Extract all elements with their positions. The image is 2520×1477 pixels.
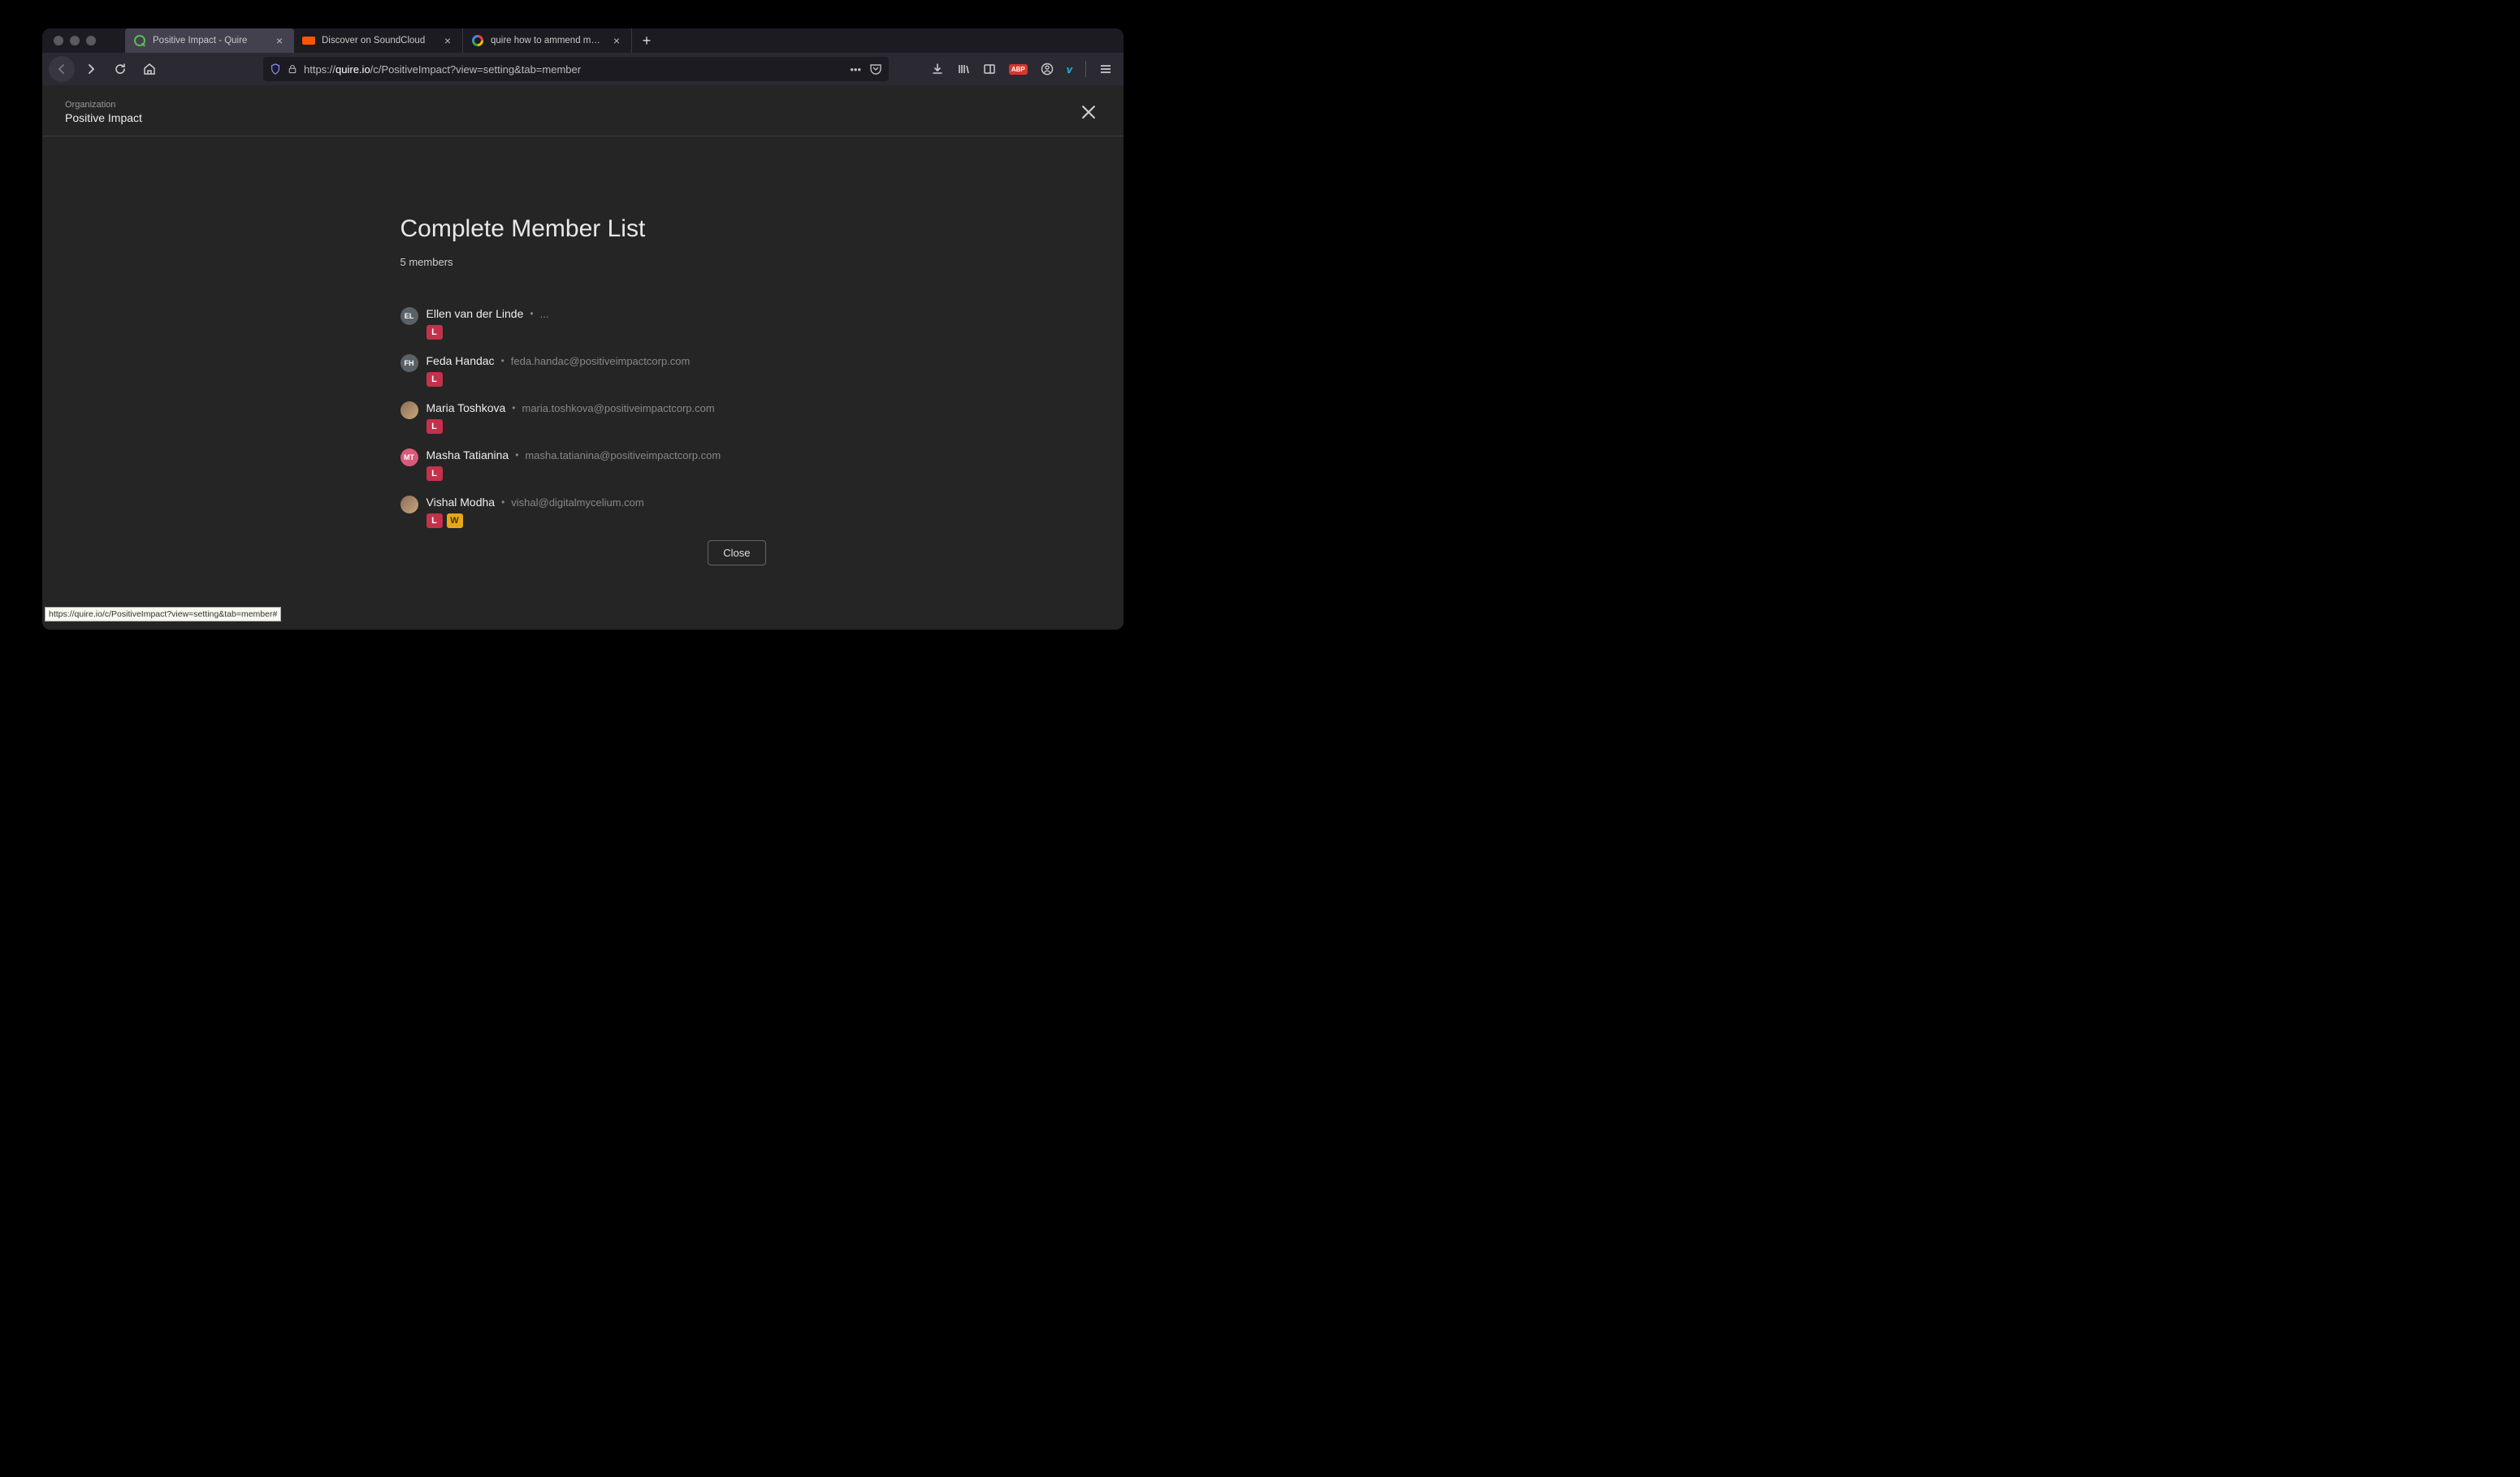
member-row[interactable]: EL Ellen van der Linde •... L bbox=[401, 307, 766, 340]
close-panel-icon[interactable] bbox=[1076, 100, 1101, 124]
sidebar-icon[interactable] bbox=[983, 63, 996, 76]
window-minimize-dot[interactable] bbox=[70, 36, 80, 45]
separator-dot: • bbox=[530, 308, 533, 319]
member-row[interactable]: Vishal Modha • vishal@digitalmycelium.com L… bbox=[401, 496, 766, 528]
role-badge: L bbox=[426, 372, 443, 387]
hamburger-menu-icon[interactable] bbox=[1099, 63, 1112, 76]
close-button[interactable]: Close bbox=[708, 540, 765, 565]
library-icon[interactable] bbox=[957, 63, 970, 76]
back-button[interactable] bbox=[49, 56, 75, 82]
url-text: https://quire.io/c/PositiveImpact?view=s… bbox=[304, 63, 843, 76]
vimeo-extension-icon[interactable]: v bbox=[1067, 63, 1072, 76]
member-email: maria.toshkova@positiveimpactcorp.com bbox=[522, 402, 715, 414]
tab-close-icon[interactable]: × bbox=[441, 34, 454, 47]
separator-dot: • bbox=[512, 402, 515, 414]
window-controls bbox=[49, 36, 101, 45]
member-name: Feda Handac bbox=[426, 354, 495, 367]
avatar bbox=[401, 496, 418, 513]
status-bar-tooltip: https://quire.io/c/PositiveImpact?view=s… bbox=[45, 607, 281, 622]
breadcrumb-bar: Organization Positive Impact bbox=[42, 85, 1124, 136]
browser-window: Positive Impact - Quire × Discover on So… bbox=[42, 28, 1124, 630]
tab-close-icon[interactable]: × bbox=[273, 34, 286, 47]
meatballs-icon[interactable]: ••• bbox=[850, 63, 861, 76]
member-count: 5 members bbox=[401, 256, 766, 268]
account-icon[interactable] bbox=[1041, 63, 1054, 76]
role-badges: L bbox=[426, 325, 766, 340]
member-row[interactable]: Maria Toshkova • maria.toshkova@positiveim… bbox=[401, 401, 766, 434]
tab-close-icon[interactable]: × bbox=[610, 34, 623, 47]
member-row[interactable]: MT Masha Tatianina • masha.tatianina@positi… bbox=[401, 448, 766, 481]
page-content: Organization Positive Impact Complete Me… bbox=[42, 85, 1124, 630]
avatar bbox=[401, 401, 418, 419]
member-list-panel: Complete Member List 5 members EL Ellen v… bbox=[401, 215, 766, 543]
member-name: Vishal Modha bbox=[426, 496, 496, 509]
tab-bar: Positive Impact - Quire × Discover on So… bbox=[42, 28, 1124, 53]
role-badge: L bbox=[426, 466, 443, 481]
downloads-icon[interactable] bbox=[931, 63, 944, 76]
avatar: EL bbox=[401, 307, 418, 325]
avatar: MT bbox=[401, 448, 418, 466]
role-badges: L bbox=[426, 372, 766, 387]
separator-dot: • bbox=[501, 355, 504, 366]
shield-icon[interactable] bbox=[270, 63, 281, 75]
tab-title: quire how to ammend members bbox=[491, 36, 604, 45]
reload-button[interactable] bbox=[107, 56, 133, 82]
role-badges: L bbox=[426, 466, 766, 481]
avatar: FH bbox=[401, 354, 418, 372]
forward-button[interactable] bbox=[78, 56, 104, 82]
tab-title: Positive Impact - Quire bbox=[153, 36, 266, 45]
window-maximize-dot[interactable] bbox=[86, 36, 96, 45]
separator-dot: • bbox=[515, 449, 518, 461]
role-badge: L bbox=[426, 419, 443, 434]
quire-favicon-icon bbox=[133, 34, 146, 47]
breadcrumb-label: Organization bbox=[65, 100, 142, 110]
member-email: feda.handac@positiveimpactcorp.com bbox=[511, 355, 691, 367]
member-name: Maria Toshkova bbox=[426, 401, 506, 414]
tab-quire[interactable]: Positive Impact - Quire × bbox=[125, 28, 294, 53]
tab-title: Discover on SoundCloud bbox=[322, 36, 435, 45]
toolbar-right-icons: ABP v bbox=[931, 61, 1117, 77]
role-badges: LW bbox=[426, 513, 766, 528]
url-bar[interactable]: https://quire.io/c/PositiveImpact?view=s… bbox=[263, 57, 889, 81]
pocket-icon[interactable] bbox=[869, 63, 882, 76]
page-title: Complete Member List bbox=[401, 215, 766, 243]
member-email: ... bbox=[540, 308, 549, 320]
window-close-dot[interactable] bbox=[54, 36, 63, 45]
role-badge: W bbox=[447, 513, 463, 528]
role-badges: L bbox=[426, 419, 766, 434]
breadcrumb: Organization Positive Impact bbox=[65, 100, 142, 124]
abp-extension-icon[interactable]: ABP bbox=[1009, 64, 1028, 75]
role-badge: L bbox=[426, 513, 443, 528]
breadcrumb-name[interactable]: Positive Impact bbox=[65, 111, 142, 124]
role-badge: L bbox=[426, 325, 443, 340]
member-name: Ellen van der Linde bbox=[426, 307, 524, 320]
home-button[interactable] bbox=[136, 56, 162, 82]
member-row[interactable]: FH Feda Handac • feda.handac@positiveimpact… bbox=[401, 354, 766, 387]
lock-icon[interactable] bbox=[288, 64, 297, 74]
separator-dot: • bbox=[501, 496, 504, 508]
browser-toolbar: https://quire.io/c/PositiveImpact?view=s… bbox=[42, 53, 1124, 85]
member-email: vishal@digitalmycelium.com bbox=[511, 496, 643, 509]
tab-soundcloud[interactable]: Discover on SoundCloud × bbox=[294, 28, 463, 53]
soundcloud-favicon-icon bbox=[302, 34, 315, 47]
tab-google-search[interactable]: quire how to ammend members × bbox=[463, 28, 632, 53]
new-tab-button[interactable]: + bbox=[635, 29, 658, 52]
member-email: masha.tatianina@positiveimpactcorp.com bbox=[525, 449, 721, 461]
member-name: Masha Tatianina bbox=[426, 448, 509, 461]
google-favicon-icon bbox=[471, 34, 484, 47]
